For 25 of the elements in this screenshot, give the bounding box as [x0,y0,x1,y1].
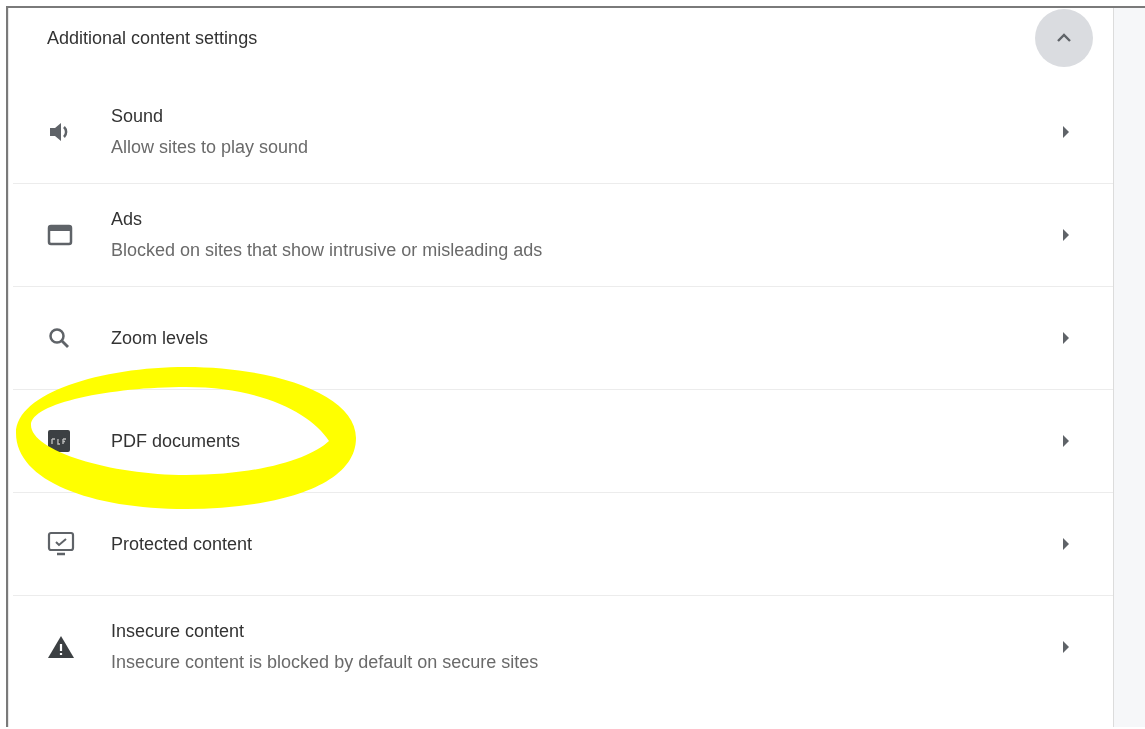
row-title: Protected content [111,533,254,555]
section-title: Additional content settings [47,27,258,49]
row-title: Sound [111,105,165,127]
search-icon [47,326,71,350]
document-icon [47,429,71,453]
row-title: Zoom levels [111,327,210,349]
warning-icon [47,635,75,659]
row-description: Blocked on sites that show intrusive or misleading ads [111,240,544,261]
row-description: Insecure content is blocked by default on secure sites [111,652,540,673]
window-icon [47,224,73,246]
row-title: Ads [111,209,144,230]
arrow-right-icon [1061,228,1071,242]
arrow-right-icon [1061,537,1071,551]
arrow-right-icon [1061,331,1071,345]
arrow-right-icon [1061,434,1071,448]
arrow-right-icon [1061,124,1071,139]
row-description: Allow sites to play sound [111,136,310,158]
settings-row[interactable]: Insecure content Insecure content is blocked by default on secure sites [13,595,1113,698]
caret-icon [1056,33,1072,43]
monitor-check-icon [47,531,75,557]
row-title: PDF documents [111,430,242,452]
settings-row[interactable]: Sound Allow sites to play sound [13,80,1113,183]
row-title: Insecure content [111,621,246,642]
arrow-right-icon [1061,640,1071,654]
settings-row[interactable]: Ads Blocked on sites that show intrusive or misleading ads [13,183,1113,286]
